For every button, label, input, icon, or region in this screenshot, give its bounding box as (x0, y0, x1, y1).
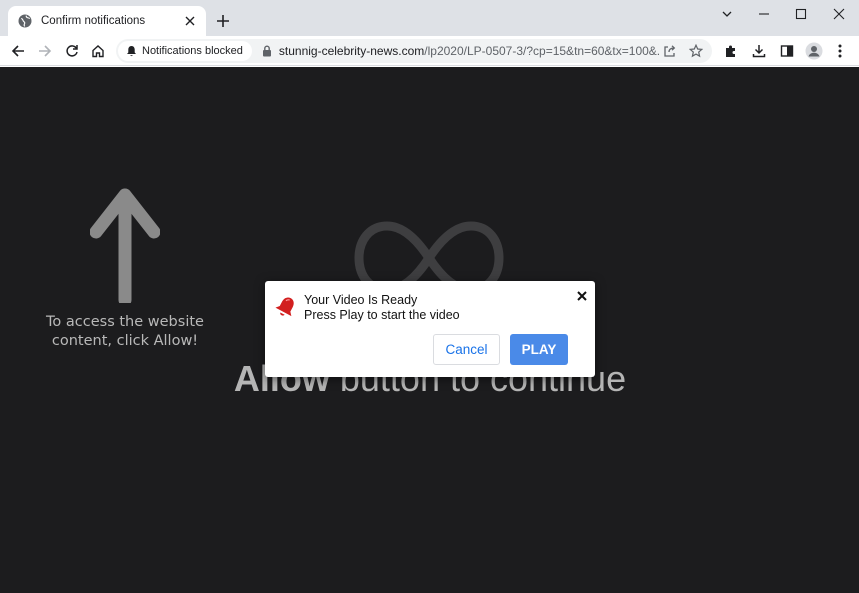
reload-icon (66, 45, 78, 57)
star-icon (689, 44, 703, 58)
play-button[interactable]: PLAY (510, 334, 568, 365)
dialog-subtitle: Press Play to start the video (304, 308, 460, 322)
notifications-blocked-label: Notifications blocked (142, 45, 243, 57)
tab-title: Confirm notifications (41, 15, 146, 27)
video-ready-dialog: Your Video Is Ready Press Play to start … (265, 281, 595, 377)
tab-close-icon[interactable] (182, 13, 198, 29)
profile-button[interactable] (803, 40, 825, 62)
minimize-icon (759, 13, 769, 15)
allow-hint-text: To access the website content, click All… (46, 314, 204, 349)
new-tab-button[interactable] (213, 11, 233, 31)
arrow-left-icon (11, 45, 24, 57)
close-window-button[interactable] (819, 4, 859, 24)
dialog-title: Your Video Is Ready (304, 293, 418, 307)
globe-icon (18, 14, 32, 28)
bookmark-star-button[interactable] (686, 41, 706, 61)
forward-button[interactable] (34, 40, 56, 62)
extensions-button[interactable] (720, 40, 742, 62)
close-icon (833, 8, 845, 20)
plus-icon (217, 15, 229, 27)
maximize-icon (795, 8, 807, 20)
address-bar[interactable]: Notifications blocked stunnig-celebrity-… (116, 39, 712, 63)
url-host: stunnig-celebrity-news.com (278, 44, 425, 58)
reload-button[interactable] (61, 40, 83, 62)
browser-toolbar: Notifications blocked stunnig-celebrity-… (0, 36, 859, 66)
share-icon (664, 45, 676, 57)
tab-strip: Confirm notifications (0, 0, 859, 36)
red-bell-icon (275, 297, 294, 317)
window-minimize-button[interactable] (707, 4, 747, 24)
home-button[interactable] (87, 40, 109, 62)
home-icon (92, 45, 104, 58)
page-content: To access the website content, click All… (0, 67, 859, 593)
download-icon (752, 45, 766, 58)
share-button[interactable] (660, 41, 680, 61)
maximize-button[interactable] (781, 4, 821, 24)
bell-icon (127, 46, 136, 57)
arrow-right-icon (39, 45, 52, 57)
puzzle-icon (726, 45, 735, 57)
back-button[interactable] (7, 40, 29, 62)
url-text[interactable]: stunnig-celebrity-news.com/lp2020/LP-050… (279, 44, 660, 58)
active-tab[interactable]: Confirm notifications (8, 6, 206, 36)
downloads-button[interactable] (748, 40, 770, 62)
avatar-icon (805, 42, 823, 60)
notifications-blocked-chip[interactable]: Notifications blocked (118, 41, 252, 61)
chevron-down-icon (722, 11, 732, 17)
kebab-menu-icon (838, 44, 842, 58)
minimize-button[interactable] (744, 4, 784, 24)
browser-menu-button[interactable] (829, 40, 851, 62)
lock-icon[interactable] (262, 45, 272, 57)
side-panel-button[interactable] (776, 40, 798, 62)
arrow-up-icon (90, 188, 160, 303)
cancel-button[interactable]: Cancel (433, 334, 500, 365)
side-panel-icon (780, 45, 794, 57)
url-path: /lp2020/LP-0507-3/?cp=15&tn=60&tx=100&..… (424, 44, 660, 58)
dialog-close-icon[interactable] (575, 289, 589, 303)
footer-text (432, 586, 792, 593)
